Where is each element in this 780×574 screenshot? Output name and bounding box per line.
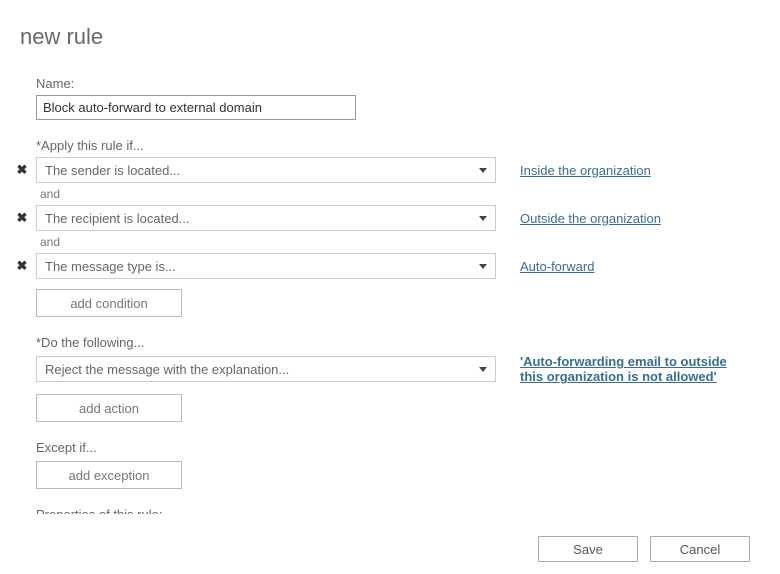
rule-form-scroll[interactable]: Name: *Apply this rule if... ✖ The sende…: [0, 58, 770, 514]
condition-selector-text: The recipient is located...: [45, 211, 190, 226]
name-label: Name:: [36, 76, 762, 91]
add-action-button[interactable]: add action: [36, 394, 182, 422]
action-value-link[interactable]: 'Auto-forwarding email to outside this o…: [520, 354, 740, 384]
dialog-footer: Save Cancel: [538, 536, 750, 562]
except-if-label: Except if...: [36, 440, 762, 455]
add-exception-button[interactable]: add exception: [36, 461, 182, 489]
condition-selector-text: The sender is located...: [45, 163, 180, 178]
action-selector-text: Reject the message with the explanation.…: [45, 362, 289, 377]
condition-selector-sender[interactable]: The sender is located...: [36, 157, 496, 183]
chevron-down-icon: [479, 216, 487, 221]
condition-value-link[interactable]: Outside the organization: [520, 211, 661, 226]
page-title: new rule: [0, 0, 780, 58]
and-label: and: [40, 235, 762, 249]
and-label: and: [40, 187, 762, 201]
condition-selector-messagetype[interactable]: The message type is...: [36, 253, 496, 279]
condition-selector-recipient[interactable]: The recipient is located...: [36, 205, 496, 231]
rule-name-input[interactable]: [36, 95, 356, 120]
remove-condition-icon[interactable]: ✖: [14, 210, 30, 226]
remove-condition-icon[interactable]: ✖: [14, 162, 30, 178]
cancel-button[interactable]: Cancel: [650, 536, 750, 562]
condition-selector-text: The message type is...: [45, 259, 176, 274]
chevron-down-icon: [479, 367, 487, 372]
apply-rule-label: *Apply this rule if...: [36, 138, 762, 153]
chevron-down-icon: [479, 264, 487, 269]
action-selector-reject[interactable]: Reject the message with the explanation.…: [36, 356, 496, 382]
add-condition-button[interactable]: add condition: [36, 289, 182, 317]
save-button[interactable]: Save: [538, 536, 638, 562]
condition-value-link[interactable]: Inside the organization: [520, 163, 651, 178]
do-following-label: *Do the following...: [36, 335, 762, 350]
remove-condition-icon[interactable]: ✖: [14, 258, 30, 274]
chevron-down-icon: [479, 168, 487, 173]
condition-value-link[interactable]: Auto-forward: [520, 259, 594, 274]
properties-label: Properties of this rule:: [36, 507, 762, 514]
